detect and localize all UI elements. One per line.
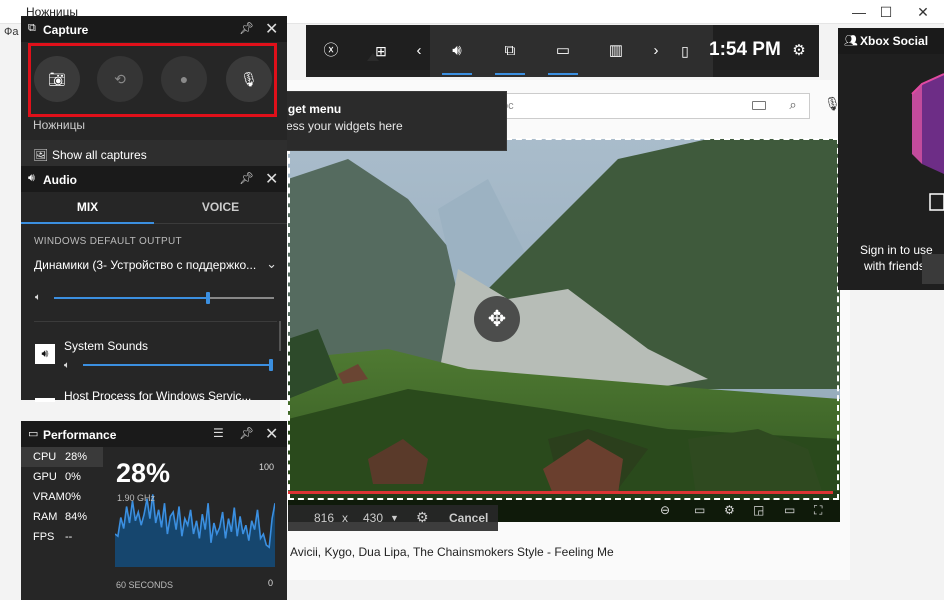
- output-section-label: WINDOWS DEFAULT OUTPUT: [34, 236, 182, 247]
- system-sounds-thumb[interactable]: [269, 359, 273, 371]
- performance-widget-header[interactable]: ▭ Performance ☰ 📌︎ ✕: [21, 421, 287, 447]
- clock: 1:54 PM: [709, 39, 781, 60]
- pin-icon[interactable]: 📌︎: [239, 21, 254, 35]
- chevron-right-icon[interactable]: ›: [649, 25, 663, 77]
- performance-icon: ▭: [28, 428, 39, 440]
- search-icon[interactable]: ⌕: [778, 97, 808, 115]
- capture-size-bar: 816 x 430 ▼ ⚙ Cancel: [288, 505, 498, 531]
- audio-widget-header[interactable]: 🔊︎ Audio 📌︎ ✕: [21, 166, 287, 192]
- audio-widget-title: Audio: [43, 173, 77, 187]
- graph-max-label: 100: [259, 462, 275, 472]
- metric-vram[interactable]: VRAM 0%: [21, 487, 103, 507]
- system-sounds-fill: [83, 364, 273, 366]
- close-icon[interactable]: ✕: [265, 19, 278, 39]
- widget-menu-tooltip: Widget menu Access your widgets here: [255, 91, 507, 151]
- performance-widget-icon[interactable]: ▭: [540, 25, 586, 77]
- volume-icon[interactable]: 🔈︎: [35, 292, 41, 303]
- metric-gpu[interactable]: GPU 0%: [21, 467, 103, 487]
- capture-width-value[interactable]: 816: [314, 511, 334, 525]
- speaker-icon: 🔊︎: [28, 172, 35, 184]
- performance-widget: ▭ Performance ☰ 📌︎ ✕ CPU 28% GPU 0% VRAM 0%…: [21, 421, 287, 600]
- graph-time-label: 60 SECONDS: [116, 580, 174, 590]
- audio-scrollbar[interactable]: [279, 321, 281, 351]
- capture-panel-icon: ⧉: [28, 22, 36, 34]
- capture-widget-header[interactable]: ⧉ Capture 📌︎ ✕: [21, 16, 287, 42]
- autoplay-toggle-icon[interactable]: ⊖: [660, 503, 670, 517]
- metric-fps[interactable]: FPS --: [21, 527, 103, 547]
- close-window-icon[interactable]: ✕: [906, 0, 940, 24]
- video-player[interactable]: [288, 139, 840, 522]
- maximize-icon[interactable]: ☐: [869, 0, 903, 24]
- resources-widget-icon[interactable]: ▥: [593, 25, 639, 77]
- capture-settings-icon[interactable]: ⚙: [416, 509, 429, 526]
- close-icon[interactable]: ✕: [265, 424, 278, 444]
- xbox-icon[interactable]: ⓧ: [318, 25, 344, 77]
- tab-mix[interactable]: MIX: [21, 192, 154, 224]
- gallery-icon: 🖼︎: [33, 148, 49, 162]
- video-settings-icon[interactable]: ⚙: [724, 503, 735, 517]
- settings-icon[interactable]: ⚙: [790, 25, 808, 77]
- game-bar: ⓧ ⊞ ‹ 🔊︎ ⧉ ▭ ▥ › ▯ 1:54 PM ⚙: [306, 25, 819, 77]
- capture-size-separator: x: [342, 511, 348, 525]
- theater-mode-icon[interactable]: ▭: [784, 503, 795, 517]
- cancel-button[interactable]: Cancel: [449, 511, 488, 525]
- capture-height-value[interactable]: 430: [363, 511, 383, 525]
- cpu-big-value: 28%: [116, 458, 171, 488]
- capture-buttons-highlight: [28, 43, 277, 117]
- tab-voice[interactable]: VOICE: [154, 192, 287, 224]
- output-device-value: Динамики (3- Устройство с поддержко...: [34, 258, 257, 272]
- fullscreen-icon[interactable]: ⛶: [814, 503, 822, 518]
- audio-widget: 🔊︎ Audio 📌︎ ✕ MIX VOICE WINDOWS DEFAULT …: [21, 166, 287, 403]
- graph-min-label: 0: [268, 578, 274, 588]
- audio-tabs: MIX VOICE: [21, 192, 287, 224]
- options-icon[interactable]: ☰: [213, 426, 224, 440]
- host-process-label: Host Process for Windows Servic...: [64, 389, 252, 403]
- xbox-social-widget: 👥︎ Xbox Social Sign in to use with frien…: [838, 28, 944, 600]
- caret-down-icon[interactable]: ▼: [390, 513, 399, 523]
- keyboard-icon[interactable]: [752, 101, 766, 110]
- host-process-icon: [35, 398, 55, 402]
- capture-widget-title: Capture: [43, 23, 89, 37]
- metric-ram[interactable]: RAM 84%: [21, 507, 103, 527]
- pin-icon[interactable]: 📌︎: [239, 171, 254, 185]
- widget-menu-icon[interactable]: ⊞: [368, 25, 394, 77]
- pin-icon[interactable]: 📌︎: [239, 426, 254, 440]
- cpu-frequency: 1.90 GHz: [117, 493, 156, 503]
- video-progress-bar[interactable]: [288, 491, 833, 494]
- master-volume-fill: [54, 297, 208, 299]
- tooltip-pointer: [367, 53, 379, 61]
- xbox-social-title: Xbox Social: [860, 34, 929, 48]
- landscape-image: [288, 139, 840, 522]
- master-volume-thumb[interactable]: [206, 292, 210, 304]
- social-sign-in-button[interactable]: [922, 254, 944, 284]
- close-icon[interactable]: ✕: [265, 169, 278, 189]
- metric-cpu[interactable]: CPU 28%: [21, 447, 103, 467]
- system-sounds-label: System Sounds: [64, 339, 149, 353]
- chevron-down-icon: ⌄: [266, 256, 277, 271]
- chevron-left-icon[interactable]: ‹: [410, 25, 428, 77]
- search-input[interactable]: ос ⌕: [495, 93, 810, 119]
- video-title[interactable]: Avicii, Kygo, Dua Lipa, The Chainsmokers…: [290, 545, 614, 559]
- audio-widget-icon[interactable]: 🔊︎: [434, 25, 480, 77]
- performance-widget-title: Performance: [43, 428, 117, 442]
- output-device-select[interactable]: Динамики (3- Устройство с поддержко... ⌄: [34, 256, 277, 278]
- system-sounds-icon: 🔊︎: [35, 344, 55, 364]
- mouse-icon[interactable]: ▯: [678, 25, 692, 77]
- audio-divider: [34, 321, 277, 322]
- xbox-social-header[interactable]: 👥︎ Xbox Social: [838, 28, 944, 54]
- people-icon: 👥︎: [844, 35, 858, 47]
- move-icon[interactable]: ✥: [474, 296, 520, 342]
- subtitles-icon[interactable]: ▭: [694, 503, 705, 517]
- volume-icon[interactable]: 🔈︎: [64, 360, 70, 371]
- background-menu-label[interactable]: Фа: [4, 26, 18, 38]
- miniplayer-icon[interactable]: ◲: [753, 503, 764, 517]
- capture-app-label: Ножницы: [33, 118, 86, 132]
- performance-metric-list: CPU 28% GPU 0% VRAM 0% RAM 84% FPS --: [21, 447, 105, 567]
- capture-widget-icon[interactable]: ⧉: [487, 25, 533, 77]
